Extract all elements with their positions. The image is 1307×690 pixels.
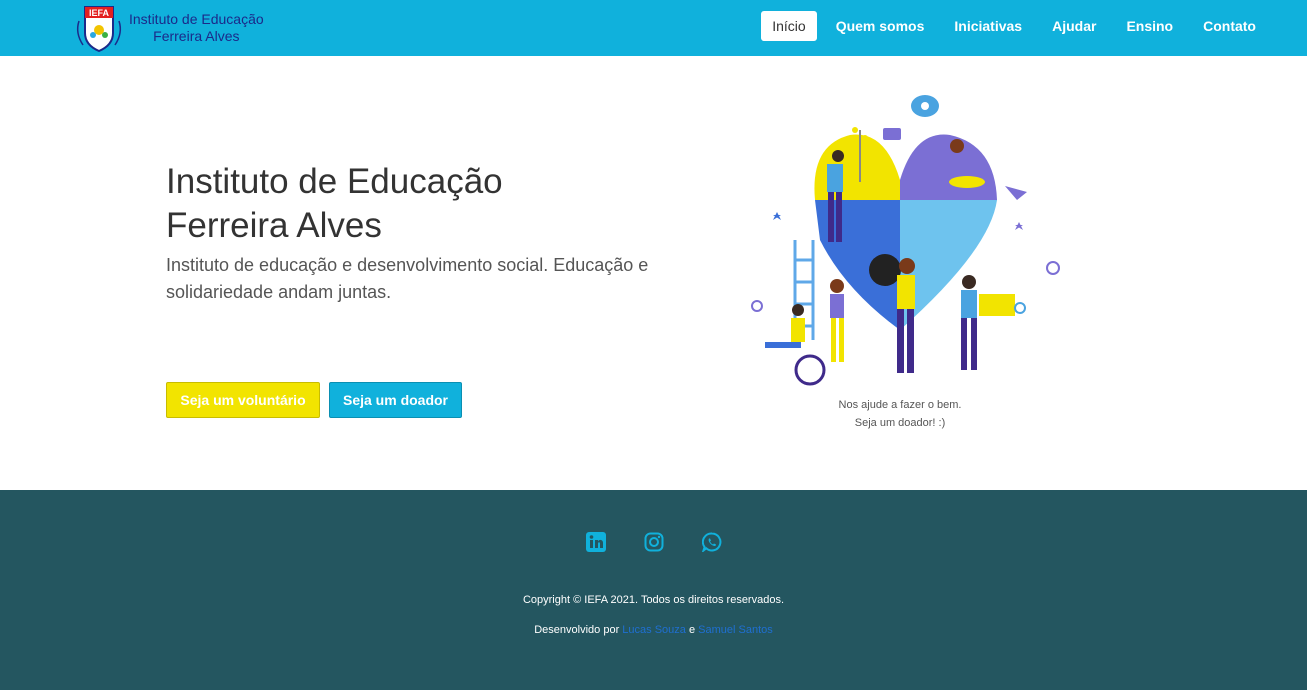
- brand-line2: Ferreira Alves: [153, 28, 240, 44]
- developed-by-label: Desenvolvido por: [534, 624, 620, 636]
- donor-button[interactable]: Seja um doador: [329, 382, 462, 418]
- instagram-icon[interactable]: [644, 532, 664, 552]
- author-link-samuel[interactable]: Samuel Santos: [698, 624, 773, 636]
- nav-quem-somos[interactable]: Quem somos: [825, 11, 936, 41]
- volunteer-button[interactable]: Seja um voluntário: [166, 382, 320, 418]
- social-links: [0, 532, 1307, 552]
- hero-title-line1: Instituto de Educação: [166, 162, 503, 201]
- hero-title-line2: Ferreira Alves: [166, 206, 382, 245]
- nav-ajudar[interactable]: Ajudar: [1041, 11, 1107, 41]
- credits-conjunction: e: [688, 624, 696, 636]
- hero-subtitle: Instituto de educação e desenvolvimento …: [166, 255, 649, 302]
- top-navbar: IEFA Instituto de Educação Ferreira Alve…: [0, 0, 1307, 56]
- caption-line1: Nos ajude a fazer o bem.: [838, 399, 962, 411]
- whatsapp-icon[interactable]: [701, 532, 722, 552]
- site-footer: Copyright © IEFA 2021. Todos os direitos…: [0, 490, 1307, 690]
- hero-section: Instituto de Educação Ferreira Alves Ins…: [0, 56, 1307, 490]
- main-nav: Início Quem somos Iniciativas Ajudar Ens…: [753, 11, 1267, 41]
- nav-contato[interactable]: Contato: [1192, 11, 1267, 41]
- svg-text:IEFA: IEFA: [89, 8, 110, 18]
- copyright-text: Copyright © IEFA 2021. Todos os direitos…: [522, 594, 785, 606]
- illustration-caption: Nos ajude a fazer o bem. Seja um doador!…: [780, 396, 1020, 432]
- nav-iniciativas[interactable]: Iniciativas: [943, 11, 1033, 41]
- credits-text: Desenvolvido por Lucas Souza e Samuel Sa…: [0, 624, 1307, 636]
- hero-title: Instituto de Educação Ferreira Alves: [166, 160, 626, 248]
- brand-link[interactable]: IEFA Instituto de Educação Ferreira Alve…: [71, 3, 264, 53]
- brand-line1: Instituto de Educação: [129, 11, 264, 27]
- nav-inicio[interactable]: Início: [761, 11, 817, 41]
- brand-name: Instituto de Educação Ferreira Alves: [129, 11, 264, 45]
- author-link-lucas[interactable]: Lucas Souza: [622, 624, 686, 636]
- linkedin-icon[interactable]: [585, 532, 606, 552]
- caption-line2: Seja um doador! :): [854, 417, 946, 429]
- puzzle-heart-illustration: [751, 95, 1060, 386]
- nav-ensino[interactable]: Ensino: [1115, 11, 1184, 41]
- iefa-logo-icon: IEFA: [76, 6, 122, 53]
